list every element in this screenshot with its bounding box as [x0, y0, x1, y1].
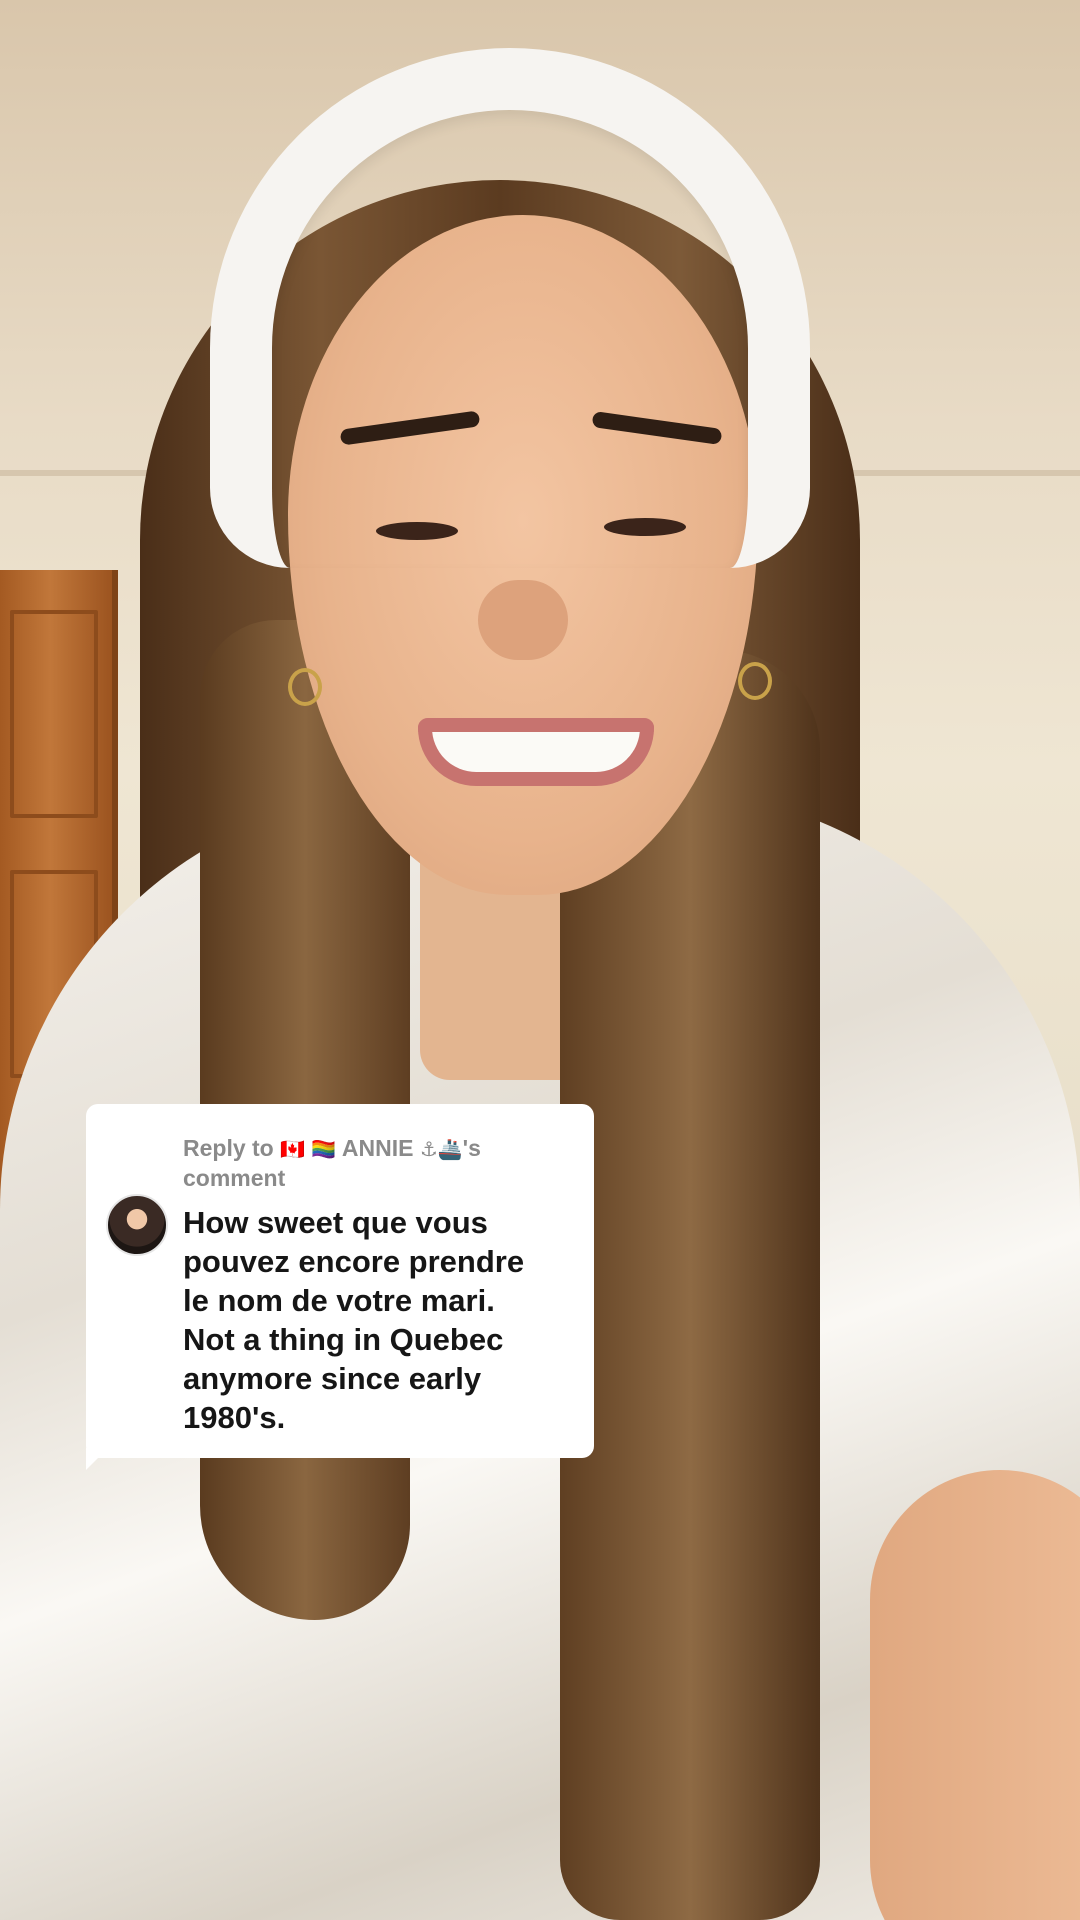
- right-earring: [738, 662, 772, 700]
- left-earring: [288, 668, 322, 706]
- right-eye: [604, 518, 686, 536]
- reply-header: Reply to 🇨🇦 🏳️‍🌈 ANNIE ⚓🚢's comment: [183, 1134, 566, 1193]
- commenter-username[interactable]: ANNIE: [342, 1135, 414, 1161]
- commenter-avatar-icon[interactable]: [106, 1194, 168, 1256]
- comment-text: How sweet que vous pouvez encore prendre…: [183, 1205, 525, 1435]
- anchor-icon: ⚓: [419, 1137, 438, 1161]
- canada-flag-icon: 🇨🇦: [280, 1137, 306, 1161]
- door-panel: [10, 610, 98, 818]
- rainbow-flag-icon: 🏳️‍🌈: [311, 1137, 337, 1161]
- ship-icon: 🚢: [437, 1137, 463, 1161]
- reply-prefix: Reply to: [183, 1135, 274, 1161]
- video-frame[interactable]: Reply to 🇨🇦 🏳️‍🌈 ANNIE ⚓🚢's comment How …: [0, 0, 1080, 1920]
- arm: [870, 1470, 1080, 1920]
- sticker-tail: [86, 1448, 108, 1470]
- left-eye: [376, 522, 458, 540]
- nose: [478, 580, 568, 660]
- reply-header-comment-word: comment: [183, 1165, 286, 1191]
- possessive-suffix: 's: [462, 1135, 481, 1161]
- smile: [418, 718, 654, 786]
- reply-comment-sticker[interactable]: Reply to 🇨🇦 🏳️‍🌈 ANNIE ⚓🚢's comment How …: [86, 1104, 594, 1470]
